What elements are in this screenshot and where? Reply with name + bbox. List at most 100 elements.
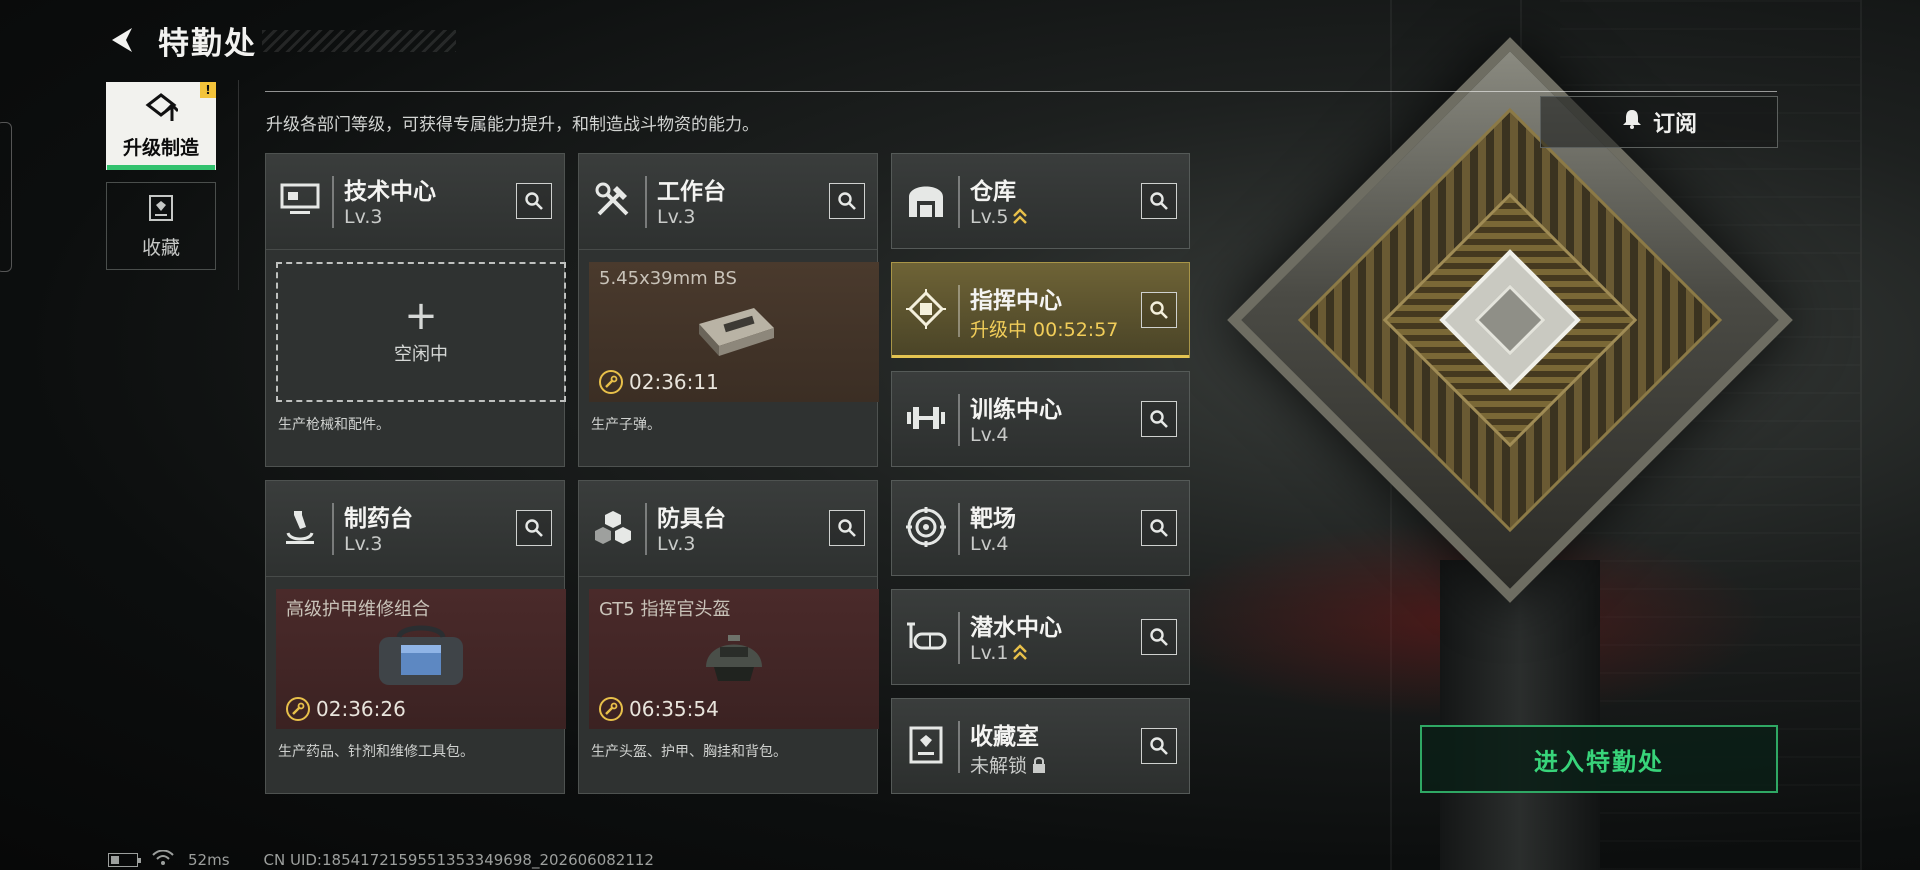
- status-bar: 52ms CN UID:1854172159551353349698_20260…: [108, 849, 654, 870]
- computer-icon: [278, 178, 322, 222]
- search-icon: [1150, 737, 1168, 755]
- search-icon: [525, 192, 543, 210]
- section-description: 升级各部门等级，可获得专属能力提升，和制造战斗物资的能力。: [266, 115, 759, 135]
- facility-card-workbench[interactable]: 工作台 Lv.3 5.45x39mm BS 02:36:11 生产子弹。: [578, 153, 879, 467]
- production-timer: 02:36:11: [599, 370, 719, 394]
- search-icon: [1150, 192, 1168, 210]
- inspect-button[interactable]: [829, 510, 865, 546]
- page-header: 特勤处: [104, 18, 257, 62]
- search-icon: [1150, 519, 1168, 537]
- facility-description: 生产子弹。: [591, 417, 661, 433]
- facility-card-warehouse[interactable]: 仓库 Lv.5: [891, 153, 1190, 249]
- item-name: GT5 指挥官头盔: [599, 599, 731, 620]
- helmet-image: [684, 621, 784, 693]
- search-icon: [838, 519, 856, 537]
- edge-handle: [0, 122, 12, 272]
- user-uid: CN UID:1854172159551353349698_2026060821…: [263, 851, 654, 869]
- facility-card-pharmacy[interactable]: 制药台 Lv.3 高级护甲维修组合 02:36:26 生产药品、针剂和维修工具包…: [265, 480, 566, 794]
- facility-card-tech-center[interactable]: 技术中心 Lv.3 + 空闲中 生产枪械和配件。: [265, 153, 566, 467]
- inspect-button[interactable]: [1141, 292, 1177, 328]
- warehouse-icon: [904, 178, 948, 222]
- item-name: 高级护甲维修组合: [286, 599, 430, 620]
- production-slot-busy[interactable]: 高级护甲维修组合 02:36:26: [276, 589, 566, 729]
- facility-name: 防具台: [657, 506, 726, 532]
- facility-lock-status: 未解锁: [970, 751, 1047, 778]
- facility-name: 工作台: [657, 179, 726, 205]
- production-slot-idle[interactable]: + 空闲中: [276, 262, 566, 402]
- page-title: 特勤处: [158, 25, 257, 62]
- alert-badge: !: [200, 82, 216, 98]
- wrench-hammer-icon: [591, 178, 635, 222]
- collection-icon: [147, 193, 175, 227]
- header-divider: [265, 91, 1777, 92]
- cubes-icon: [591, 505, 635, 549]
- item-name: 5.45x39mm BS: [599, 268, 737, 289]
- nav-label: 升级制造: [122, 136, 199, 159]
- inspect-button[interactable]: [1141, 619, 1177, 655]
- collection-room-icon: [904, 723, 948, 767]
- subscribe-label: 订阅: [1652, 112, 1697, 137]
- facility-card-collection-room[interactable]: 收藏室 未解锁: [891, 698, 1190, 794]
- repair-kit-bag-image: [371, 621, 471, 693]
- facility-level: Lv.3: [657, 533, 696, 555]
- production-timer: 06:35:54: [599, 697, 719, 721]
- facility-level: Lv.3: [344, 533, 383, 555]
- facility-name: 靶场: [970, 506, 1016, 532]
- plus-icon: +: [404, 293, 438, 339]
- nav-divider: [238, 80, 239, 290]
- facility-name: 技术中心: [344, 179, 436, 205]
- facility-description: 生产头盔、护甲、胸挂和背包。: [591, 744, 787, 760]
- subscribe-button[interactable]: 订阅: [1540, 96, 1778, 148]
- facility-level: Lv.5: [970, 206, 1028, 228]
- idle-label: 空闲中: [394, 344, 448, 365]
- chip-icon: [904, 287, 948, 331]
- facility-name: 潜水中心: [970, 615, 1062, 641]
- bell-icon: [1621, 108, 1643, 136]
- facility-card-command-center[interactable]: 指挥中心 升级中 00:52:57: [891, 262, 1190, 358]
- target-icon: [904, 505, 948, 549]
- facility-level: Lv.3: [344, 206, 383, 228]
- search-icon: [1150, 301, 1168, 319]
- microscope-icon: [278, 505, 322, 549]
- upgrade-icon: [144, 92, 180, 127]
- facility-level: Lv.3: [657, 206, 696, 228]
- facility-name: 制药台: [344, 506, 413, 532]
- facility-card-diving-center[interactable]: 潜水中心 Lv.1: [891, 589, 1190, 685]
- wrench-timer-icon: [599, 370, 623, 394]
- nav-item-upgrade-craft[interactable]: ! 升级制造: [106, 82, 216, 170]
- production-slot-busy[interactable]: GT5 指挥官头盔 06:35:54: [589, 589, 879, 729]
- inspect-button[interactable]: [1141, 510, 1177, 546]
- facility-card-armor-bench[interactable]: 防具台 Lv.3 GT5 指挥官头盔 06:35:54 生产头盔、护甲、胸挂和背…: [578, 480, 879, 794]
- search-icon: [1150, 628, 1168, 646]
- inspect-button[interactable]: [829, 183, 865, 219]
- nav-item-collection[interactable]: 收藏: [106, 182, 216, 270]
- wrench-timer-icon: [286, 697, 310, 721]
- search-icon: [838, 192, 856, 210]
- facility-level: Lv.1: [970, 642, 1028, 664]
- ammo-box-image: [684, 294, 784, 366]
- upgrade-available-icon: [1013, 644, 1028, 660]
- facility-card-shooting-range[interactable]: 靶场 Lv.4: [891, 480, 1190, 576]
- lock-icon: [1033, 756, 1046, 773]
- inspect-button[interactable]: [516, 510, 552, 546]
- ping-value: 52ms: [188, 851, 230, 869]
- facility-card-training-center[interactable]: 训练中心 Lv.4: [891, 371, 1190, 467]
- enter-special-ops-button[interactable]: 进入特勤处: [1420, 725, 1778, 793]
- facility-level: Lv.4: [970, 424, 1009, 446]
- facility-description: 生产药品、针剂和维修工具包。: [278, 744, 474, 760]
- facility-level: Lv.4: [970, 533, 1009, 555]
- facility-name: 仓库: [970, 179, 1016, 205]
- inspect-button[interactable]: [1141, 401, 1177, 437]
- upgrade-available-icon: [1013, 208, 1028, 224]
- inspect-button[interactable]: [1141, 183, 1177, 219]
- dumbbell-icon: [904, 396, 948, 440]
- inspect-button[interactable]: [1141, 728, 1177, 764]
- production-slot-busy[interactable]: 5.45x39mm BS 02:36:11: [589, 262, 879, 402]
- back-arrow-icon[interactable]: [104, 22, 140, 58]
- facility-name: 训练中心: [970, 397, 1062, 423]
- diving-mask-icon: [904, 614, 948, 658]
- timer-value: 02:36:26: [316, 697, 406, 721]
- timer-value: 06:35:54: [629, 697, 719, 721]
- inspect-button[interactable]: [516, 183, 552, 219]
- title-decoration: [262, 30, 456, 52]
